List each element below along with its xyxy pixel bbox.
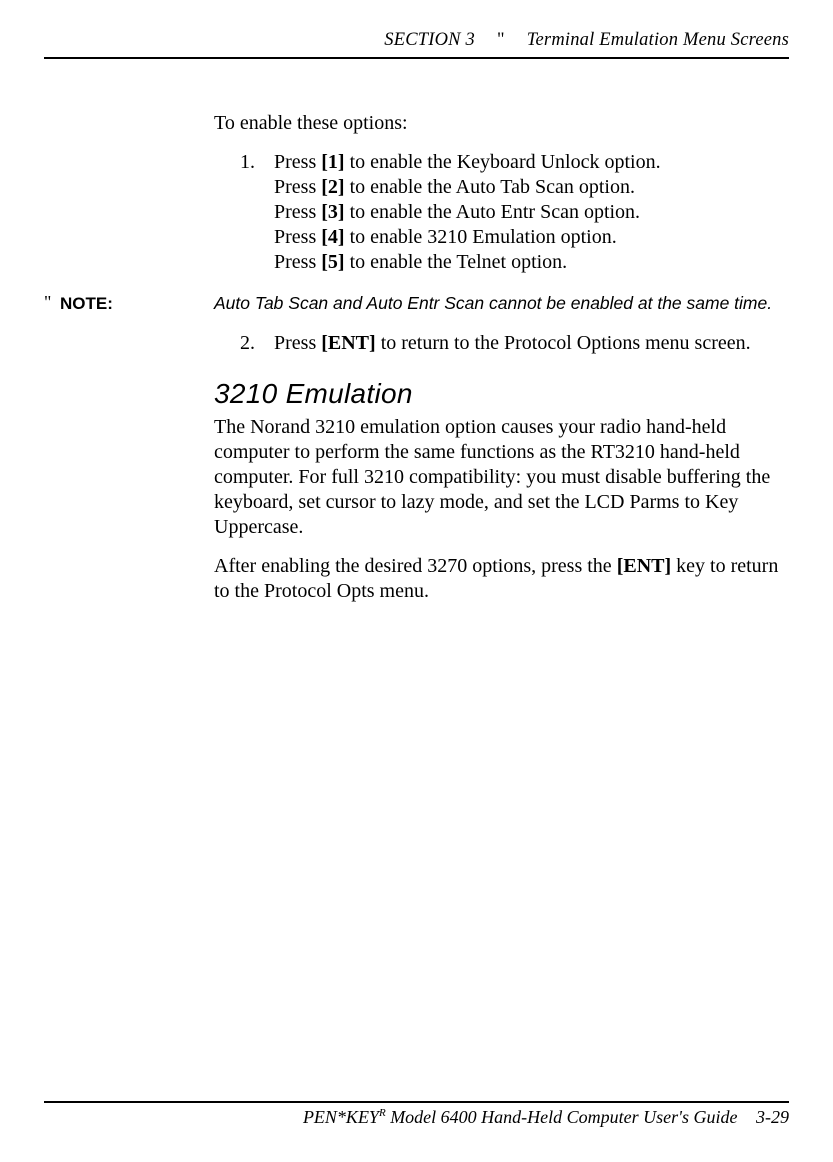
page-footer: PEN*KEYR Model 6400 Hand-Held Computer U… bbox=[44, 1101, 789, 1128]
header-section: SECTION 3 bbox=[384, 30, 475, 51]
step-1-line-5: Press [5] to enable the Telnet option. bbox=[274, 250, 789, 275]
step-1-line-1: Press [1] to enable the Keyboard Unlock … bbox=[274, 150, 789, 175]
header-title: Terminal Emulation Menu Screens bbox=[527, 30, 789, 51]
step-1-number: 1. bbox=[240, 150, 255, 175]
key-3: [3] bbox=[321, 201, 344, 223]
key-2: [2] bbox=[321, 176, 344, 198]
key-4: [4] bbox=[321, 226, 344, 248]
step-1-line-2: Press [2] to enable the Auto Tab Scan op… bbox=[274, 175, 789, 200]
steps-list: 1. Press [1] to enable the Keyboard Unlo… bbox=[214, 150, 789, 275]
step-1: 1. Press [1] to enable the Keyboard Unlo… bbox=[240, 150, 789, 275]
note-row: " NOTE: Auto Tab Scan and Auto Entr Scan… bbox=[44, 293, 789, 315]
steps-list-2: 2. Press [ENT] to return to the Protocol… bbox=[214, 331, 789, 356]
footer-page-number: 3-29 bbox=[756, 1107, 789, 1127]
note-quote-mark: " bbox=[44, 293, 60, 313]
paragraph-1: The Norand 3210 emulation option causes … bbox=[214, 415, 789, 540]
page-header: SECTION 3 " Terminal Emulation Menu Scre… bbox=[44, 30, 789, 59]
key-ent-2: [ENT] bbox=[617, 555, 671, 577]
step-1-line-3: Press [3] to enable the Auto Entr Scan o… bbox=[274, 200, 789, 225]
step-2: 2. Press [ENT] to return to the Protocol… bbox=[240, 331, 789, 356]
intro-paragraph: To enable these options: bbox=[214, 111, 789, 136]
key-ent-1: [ENT] bbox=[321, 332, 375, 354]
header-separator: " bbox=[497, 30, 505, 51]
body-content: To enable these options: 1. Press [1] to… bbox=[214, 111, 789, 604]
footer-superscript: R bbox=[379, 1107, 386, 1119]
note-label: NOTE: bbox=[60, 293, 214, 314]
step-2-line: Press [ENT] to return to the Protocol Op… bbox=[274, 331, 789, 356]
key-5: [5] bbox=[321, 251, 344, 273]
paragraph-2: After enabling the desired 3270 options,… bbox=[214, 554, 789, 604]
note-body: Auto Tab Scan and Auto Entr Scan cannot … bbox=[214, 293, 789, 315]
document-page: SECTION 3 " Terminal Emulation Menu Scre… bbox=[0, 0, 833, 1162]
step-1-line-4: Press [4] to enable 3210 Emulation optio… bbox=[274, 225, 789, 250]
key-1: [1] bbox=[321, 151, 344, 173]
section-heading-3210-emulation: 3210 Emulation bbox=[214, 376, 789, 411]
step-2-number: 2. bbox=[240, 331, 255, 356]
footer-brand: PEN*KEYR Model 6400 Hand-Held Computer U… bbox=[303, 1107, 742, 1127]
